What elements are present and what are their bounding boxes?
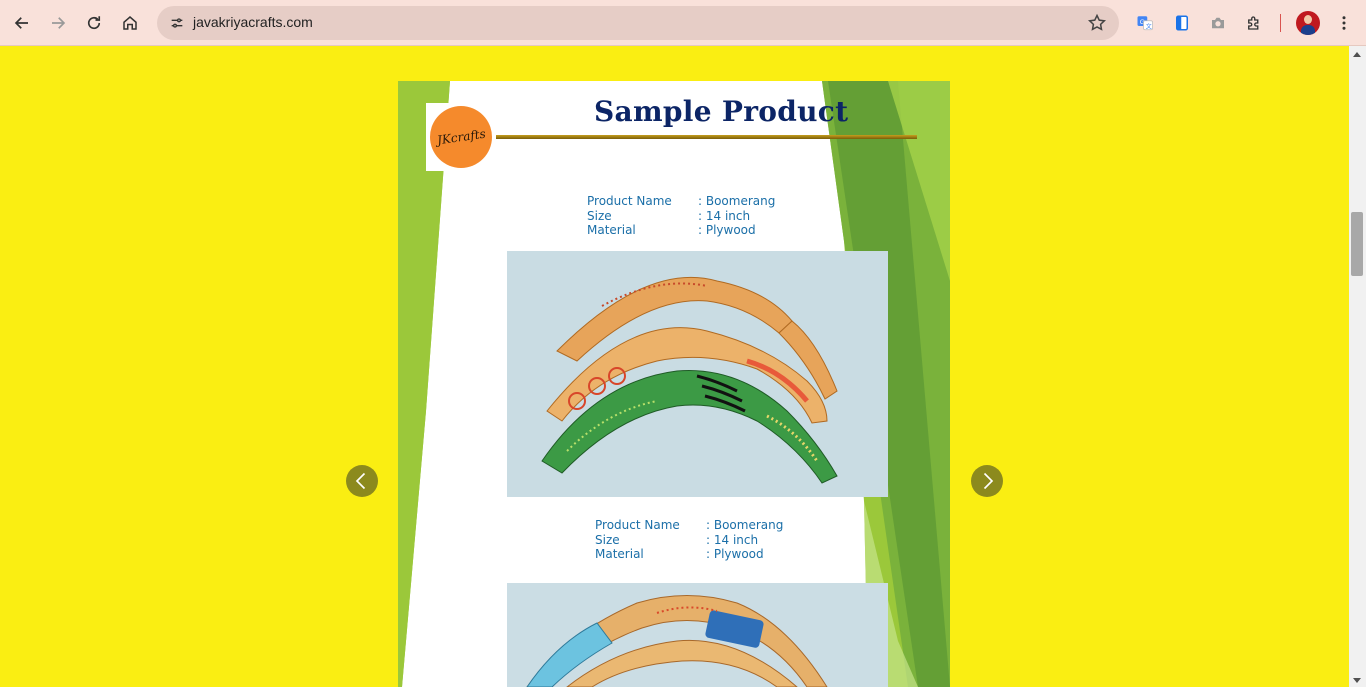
address-bar[interactable]: javakriyacrafts.com: [157, 6, 1119, 40]
site-settings-icon[interactable]: [165, 11, 189, 35]
profile-avatar[interactable]: [1296, 11, 1320, 35]
back-icon: [14, 17, 28, 29]
title-underline: [496, 135, 917, 139]
spec-label: Product Name: [587, 194, 672, 208]
forward-button[interactable]: [42, 7, 74, 39]
url-text[interactable]: javakriyacrafts.com: [193, 14, 313, 30]
avatar-head: [1304, 15, 1312, 24]
scroll-down-arrow-icon[interactable]: [1353, 678, 1361, 683]
product-spec-1: Product Name : Boomerang Size : 14 inch …: [587, 194, 775, 238]
chevron-left-icon: [355, 472, 366, 490]
spec-value: : 14 inch: [698, 208, 751, 223]
spec-row-material: Material : Plywood: [595, 547, 783, 562]
back-button[interactable]: [6, 7, 38, 39]
extensions-button[interactable]: [1238, 7, 1270, 39]
spec-value: : Plywood: [698, 223, 756, 238]
scroll-thumb[interactable]: [1351, 212, 1363, 276]
spec-label: Material: [587, 223, 636, 238]
menu-button[interactable]: [1328, 7, 1360, 39]
menu-icon: [1342, 16, 1346, 30]
translate-icon: G文: [1137, 16, 1153, 30]
forward-icon: [52, 17, 66, 29]
spec-row-name: Product Name : Boomerang: [595, 518, 783, 533]
carousel-next-button[interactable]: [971, 465, 1003, 497]
boomerang-image: [507, 251, 888, 497]
spec-value: : 14 inch: [706, 532, 759, 547]
spec-row-name: Product Name : Boomerang: [587, 194, 775, 209]
camera-icon: [1212, 17, 1224, 29]
spec-label: Material: [595, 547, 644, 562]
spec-value: : Boomerang: [706, 518, 784, 532]
spec-label: Size: [587, 208, 612, 223]
product-spec-2: Product Name : Boomerang Size : 14 inch …: [595, 518, 783, 562]
brand-logo: JKcrafts: [430, 106, 492, 168]
product-photo-2: [507, 583, 888, 687]
reload-icon: [87, 16, 101, 30]
home-button[interactable]: [114, 7, 146, 39]
chevron-right-icon: [983, 472, 994, 490]
page-scrollbar[interactable]: [1349, 46, 1366, 687]
toolbar-divider: [1280, 14, 1281, 32]
browser-toolbar: javakriyacrafts.com G文: [0, 0, 1366, 46]
translate-button[interactable]: G文: [1129, 7, 1161, 39]
spec-row-size: Size : 14 inch: [587, 209, 775, 224]
spec-row-material: Material : Plywood: [587, 223, 775, 238]
spec-label: Product Name: [595, 518, 680, 532]
boomerang-image: [507, 583, 888, 687]
carousel-prev-button[interactable]: [346, 465, 378, 497]
scroll-up-arrow-icon[interactable]: [1353, 52, 1361, 57]
spec-row-size: Size : 14 inch: [595, 533, 783, 548]
screenshot-button[interactable]: [1202, 7, 1234, 39]
avatar-shirt: [1301, 25, 1315, 35]
spec-label: Size: [595, 532, 620, 547]
slide-title: Sample Product: [594, 95, 849, 128]
reading-mode-icon: [1176, 15, 1188, 31]
spec-value: : Plywood: [706, 547, 764, 562]
reload-button[interactable]: [78, 7, 110, 39]
reading-mode-button[interactable]: [1166, 7, 1198, 39]
extensions-icon: [1248, 16, 1259, 30]
spec-value: : Boomerang: [698, 194, 776, 208]
bookmark-star-icon[interactable]: [1087, 13, 1107, 33]
logo-text: JKcrafts: [435, 126, 487, 148]
product-photo-1: [507, 251, 888, 497]
product-slide: JKcrafts Sample Product Product Name : B…: [398, 81, 950, 687]
home-icon: [123, 16, 137, 30]
